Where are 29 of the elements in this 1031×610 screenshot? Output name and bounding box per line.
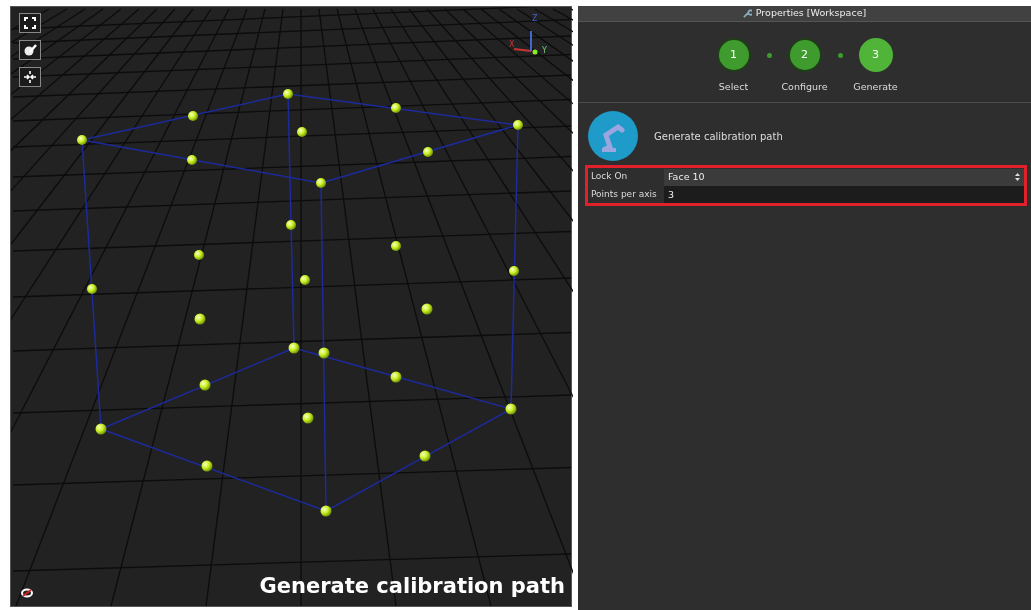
brush-button[interactable] (19, 40, 41, 60)
lock-on-dropdown[interactable]: Face 10 (664, 168, 1024, 186)
step-label: Configure (780, 80, 829, 94)
z-axis-label: Z (532, 13, 538, 25)
y-axis-label: Y (542, 45, 547, 57)
axis-gizmo-drawing (513, 30, 538, 55)
points-per-axis-field[interactable]: 3 (664, 186, 1024, 203)
viewport-caption: Generate calibration path (259, 572, 565, 600)
step-label: Generate (852, 80, 899, 94)
tool-heading: Generate calibration path (654, 129, 783, 144)
robot-arm-icon (588, 111, 638, 162)
brush-icon (23, 43, 37, 57)
field-label: Points per axis (590, 187, 658, 201)
step-label: Select (717, 80, 750, 94)
arrows-inward-icon (23, 70, 37, 84)
wrench-icon (742, 9, 752, 18)
logo-icon (21, 588, 33, 598)
x-axis-label: X (509, 39, 515, 51)
step-connector-dot (837, 52, 843, 58)
step-circle[interactable]: 1 (716, 38, 751, 72)
spinner-arrows-icon (1015, 173, 1020, 181)
3d-viewport[interactable]: X Y Z Generate calibration path (10, 6, 572, 607)
step-circle[interactable]: 2 (787, 38, 822, 72)
step-connector-dot (766, 52, 772, 58)
panel-title: Properties [Workspace] (755, 6, 867, 21)
field-label: Lock On (590, 170, 629, 184)
fullscreen-button[interactable] (19, 13, 41, 33)
arrows-inward-button[interactable] (19, 67, 41, 87)
fullscreen-icon (23, 16, 37, 30)
